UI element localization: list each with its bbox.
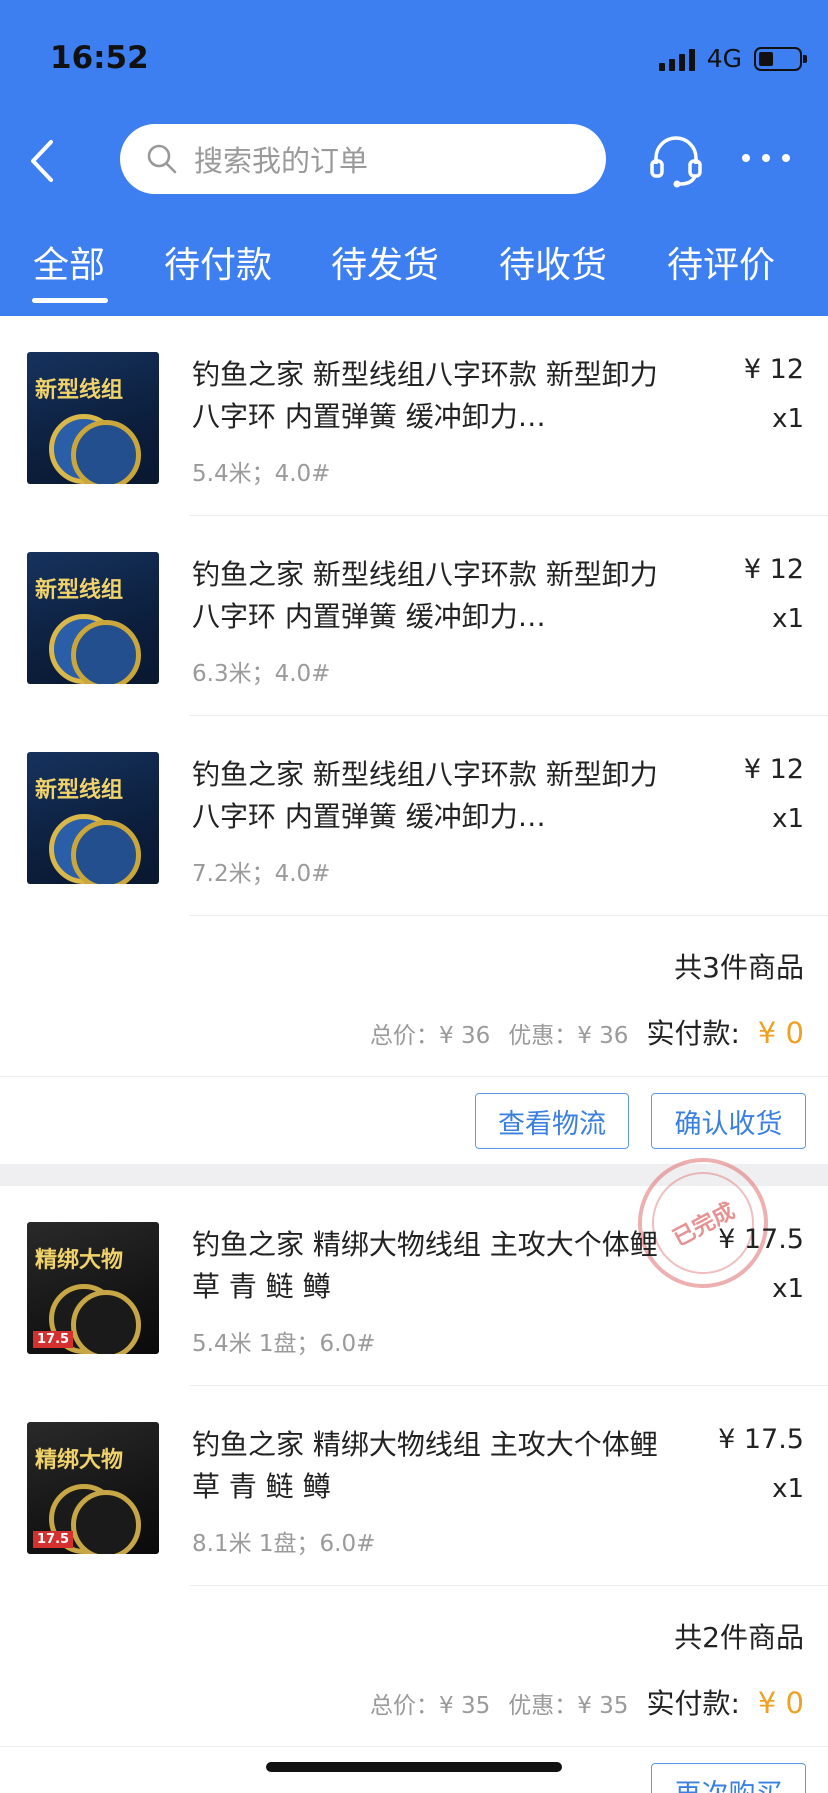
paid-amount: ¥ 0 — [757, 1686, 804, 1720]
view-logistics-button[interactable]: 查看物流 — [475, 1093, 629, 1149]
tab-pending-review[interactable]: 待评价 — [667, 236, 775, 288]
product-price: ¥ 12 — [743, 354, 804, 385]
buy-again-button[interactable]: 再次购买 — [651, 1763, 806, 1793]
order-item[interactable]: 精绑大物 17.5 钓鱼之家 精绑大物线组 主攻大个体鲤 草 青 鲢 鳟 8.1… — [0, 1386, 828, 1586]
total-price: 总价：¥ 35 — [370, 1693, 491, 1719]
product-thumbnail: 精绑大物 17.5 — [27, 1422, 159, 1554]
product-quantity: x1 — [772, 1274, 804, 1304]
order-tabs: 全部 待付款 待发货 待收货 待评价 — [0, 236, 828, 296]
product-quantity: x1 — [772, 404, 804, 434]
product-thumbnail: 新型线组 — [27, 752, 159, 884]
tab-pending-shipment[interactable]: 待发货 — [331, 236, 439, 288]
product-quantity: x1 — [772, 804, 804, 834]
paid-label: 实付款: — [646, 1687, 740, 1720]
thumbnail-title: 精绑大物 — [35, 1447, 124, 1473]
product-thumbnail: 新型线组 — [27, 352, 159, 484]
product-title: 钓鱼之家 精绑大物线组 主攻大个体鲤 草 青 鲢 鳟 — [192, 1428, 658, 1503]
thumbnail-title: 精绑大物 — [35, 1247, 124, 1273]
more-button[interactable] — [742, 146, 790, 170]
product-spec: 5.4米；4.0# — [192, 461, 331, 487]
reel-graphic — [71, 1490, 141, 1554]
order-actions: 查看物流 确认收货 — [0, 1076, 828, 1164]
product-title: 钓鱼之家 精绑大物线组 主攻大个体鲤 草 青 鲢 鳟 — [192, 1228, 658, 1303]
thumbnail-price-tag: 17.5 — [33, 1531, 74, 1548]
product-price: ¥ 17.5 — [718, 1224, 804, 1255]
chevron-left-icon — [31, 140, 53, 182]
product-thumbnail: 新型线组 — [27, 552, 159, 684]
order-card[interactable]: 已完成 精绑大物 17.5 钓鱼之家 精绑大物线组 主攻大个体鲤 草 青 鲢 鳟… — [0, 1135, 828, 1793]
product-spec: 7.2米；4.0# — [192, 861, 331, 887]
product-spec: 6.3米；4.0# — [192, 661, 331, 687]
thumbnail-title: 新型线组 — [35, 577, 124, 603]
product-spec: 5.4米 1盘；6.0# — [192, 1331, 376, 1357]
order-item[interactable]: 新型线组 钓鱼之家 新型线组八字环款 新型卸力八字环 内置弹簧 缓冲卸力… 6.… — [0, 516, 828, 716]
order-card[interactable]: 新型线组 钓鱼之家 新型线组八字环款 新型卸力八字环 内置弹簧 缓冲卸力… 5.… — [0, 316, 828, 1164]
status-time: 16:52 — [50, 40, 149, 76]
product-title: 钓鱼之家 新型线组八字环款 新型卸力八字环 内置弹簧 缓冲卸力… — [192, 758, 658, 833]
thumbnail-title: 新型线组 — [35, 777, 124, 803]
discount: 优惠：¥ 36 — [508, 1023, 629, 1049]
paid-amount: ¥ 0 — [757, 1016, 804, 1050]
home-indicator[interactable] — [266, 1762, 562, 1772]
reel-graphic — [71, 1290, 141, 1354]
more-dot-icon — [762, 154, 770, 162]
thumbnail-price-tag: 17.5 — [33, 1331, 74, 1348]
product-title: 钓鱼之家 新型线组八字环款 新型卸力八字环 内置弹簧 缓冲卸力… — [192, 558, 658, 633]
reel-graphic — [71, 820, 141, 884]
battery-icon — [754, 46, 807, 71]
tab-pending-payment[interactable]: 待付款 — [164, 236, 272, 288]
tab-pending-receipt[interactable]: 待收货 — [499, 236, 607, 288]
customer-service-button[interactable] — [648, 134, 704, 188]
back-button[interactable] — [22, 136, 62, 186]
reel-graphic — [71, 620, 141, 684]
product-price: ¥ 12 — [743, 554, 804, 585]
product-spec: 8.1米 1盘；6.0# — [192, 1531, 376, 1557]
more-dot-icon — [782, 154, 790, 162]
reel-graphic — [71, 420, 141, 484]
item-count: 共3件商品 — [674, 951, 804, 984]
tab-all[interactable]: 全部 — [33, 236, 105, 288]
order-totals: 总价：¥ 35 优惠：¥ 35 实付款: ¥ 0 — [370, 1682, 804, 1722]
signal-icon — [658, 47, 695, 71]
more-dot-icon — [742, 154, 750, 162]
product-quantity: x1 — [772, 604, 804, 634]
active-tab-indicator — [32, 298, 108, 303]
header-bar: 16:52 4G 搜索我的订单 全部 待付款 待发货 待收货 待评价 — [0, 0, 828, 316]
order-totals: 总价：¥ 36 优惠：¥ 36 实付款: ¥ 0 — [370, 1012, 804, 1052]
network-label: 4G — [706, 44, 742, 73]
thumbnail-title: 新型线组 — [35, 377, 124, 403]
status-indicators: 4G — [658, 44, 807, 73]
headset-icon — [650, 136, 702, 188]
search-placeholder: 搜索我的订单 — [194, 144, 369, 178]
confirm-receipt-button[interactable]: 确认收货 — [651, 1093, 806, 1149]
product-quantity: x1 — [772, 1474, 804, 1504]
order-summary: 共3件商品 总价：¥ 36 优惠：¥ 36 实付款: ¥ 0 — [0, 916, 828, 1076]
order-summary: 共2件商品 总价：¥ 35 优惠：¥ 35 实付款: ¥ 0 — [0, 1586, 828, 1746]
search-icon — [147, 144, 177, 174]
total-price: 总价：¥ 36 — [370, 1023, 491, 1049]
product-price: ¥ 12 — [743, 754, 804, 785]
product-price: ¥ 17.5 — [718, 1424, 804, 1455]
paid-label: 实付款: — [646, 1017, 740, 1050]
discount: 优惠：¥ 35 — [508, 1693, 629, 1719]
product-title: 钓鱼之家 新型线组八字环款 新型卸力八字环 内置弹簧 缓冲卸力… — [192, 358, 658, 433]
product-thumbnail: 精绑大物 17.5 — [27, 1222, 159, 1354]
order-item[interactable]: 新型线组 钓鱼之家 新型线组八字环款 新型卸力八字环 内置弹簧 缓冲卸力… 7.… — [0, 716, 828, 916]
item-count: 共2件商品 — [674, 1621, 804, 1654]
order-item[interactable]: 精绑大物 17.5 钓鱼之家 精绑大物线组 主攻大个体鲤 草 青 鲢 鳟 5.4… — [0, 1186, 828, 1386]
order-item[interactable]: 新型线组 钓鱼之家 新型线组八字环款 新型卸力八字环 内置弹簧 缓冲卸力… 5.… — [0, 316, 828, 516]
search-input[interactable]: 搜索我的订单 — [120, 124, 606, 194]
